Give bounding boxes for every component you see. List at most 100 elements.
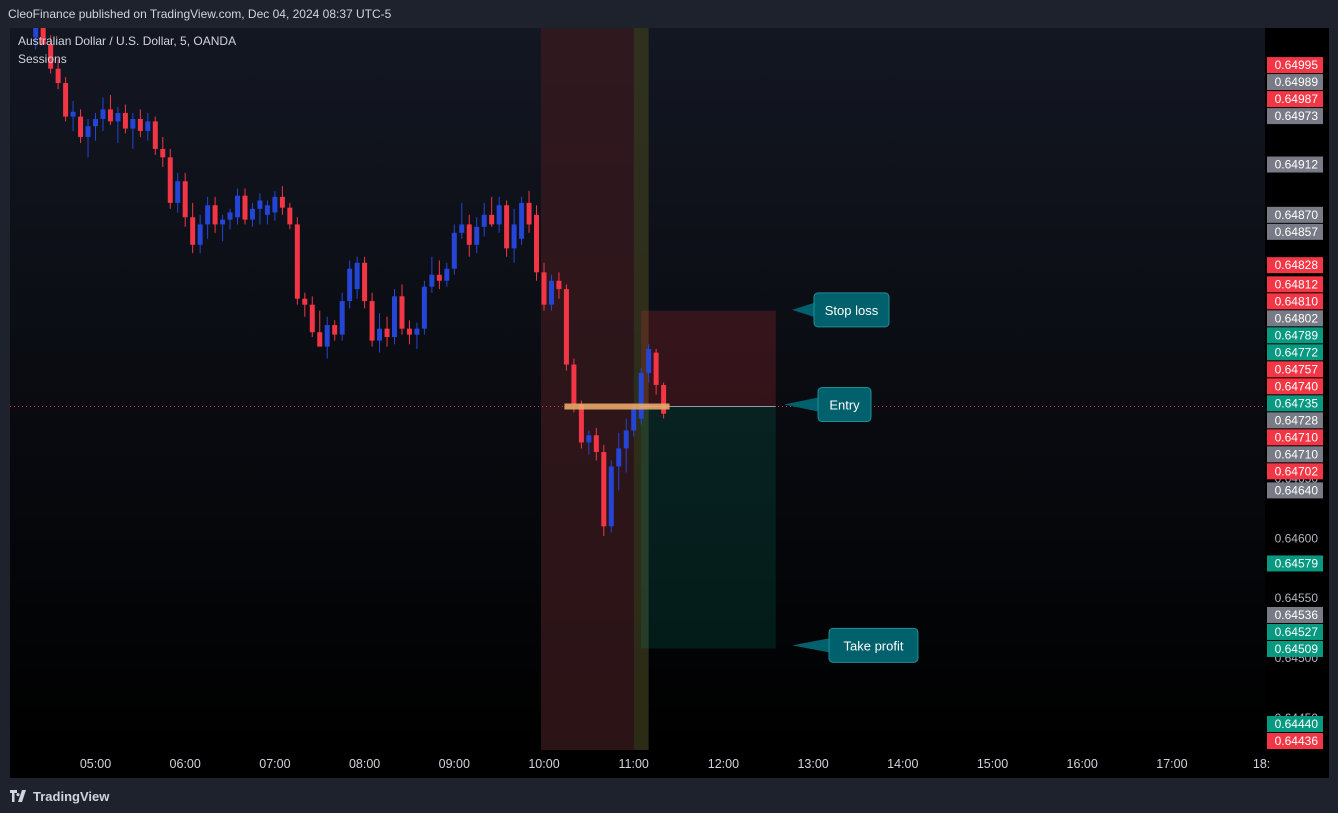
brand-name: TradingView (33, 788, 110, 804)
candle-body (242, 195, 248, 220)
price-label-text: 0.64735 (1275, 396, 1319, 410)
price-label-text: 0.64802 (1275, 311, 1319, 325)
price-label-text: 0.64973 (1275, 109, 1319, 123)
candle-body (504, 205, 510, 249)
candle-body (436, 274, 442, 281)
candle-body (190, 217, 196, 245)
candle-body (489, 214, 495, 225)
take-profit-zone (641, 406, 776, 649)
candle-body (534, 214, 540, 273)
candle-body (220, 219, 226, 225)
candle-body (646, 349, 652, 373)
price-label-text: 0.64509 (1275, 642, 1319, 656)
price-label-text: 0.64912 (1275, 158, 1319, 172)
x-tick-label: 18: (1253, 757, 1270, 771)
x-tick-label: 05:00 (80, 757, 111, 771)
callout-label: Take profit (844, 638, 904, 653)
x-tick-label: 07:00 (259, 757, 290, 771)
candle-body (93, 119, 98, 127)
x-tick-label: 10:00 (528, 757, 559, 771)
candle-body (145, 121, 151, 131)
candle-body (55, 68, 61, 84)
candle-body (294, 224, 300, 299)
candle-body (623, 430, 629, 449)
legend-indicator: Sessions (18, 52, 67, 66)
price-label-text: 0.64579 (1275, 556, 1319, 570)
candle-body (481, 214, 487, 227)
candle-body (63, 83, 69, 117)
x-tick-label: 06:00 (170, 757, 201, 771)
price-label-text: 0.64536 (1275, 608, 1319, 622)
candle-body (235, 195, 241, 218)
entry-marker (564, 403, 670, 410)
candle-body (130, 119, 136, 129)
candle-body (406, 328, 412, 335)
candle-body (317, 332, 323, 347)
price-label-text: 0.64440 (1275, 717, 1319, 731)
callout-label: Stop loss (825, 303, 879, 318)
candle-body (264, 205, 270, 215)
candle-body (593, 435, 599, 453)
candle-body (586, 435, 592, 443)
candle-body (85, 126, 91, 137)
candle-body (205, 205, 211, 225)
candle-body (638, 372, 644, 419)
x-tick-label: 17:00 (1156, 757, 1187, 771)
legend-symbol: Australian Dollar / U.S. Dollar, 5, OAND… (18, 34, 236, 48)
price-label-text: 0.64995 (1275, 58, 1319, 72)
candle-body (377, 328, 383, 341)
candle-body (548, 280, 554, 305)
candle-body (601, 452, 607, 527)
candle-body (519, 202, 525, 239)
candle-body (653, 352, 659, 385)
candle-body (496, 205, 502, 225)
x-tick-label: 16:00 (1067, 757, 1098, 771)
candle-body (78, 116, 84, 137)
price-label-text: 0.64989 (1275, 75, 1319, 89)
session-band (541, 28, 634, 750)
candle-body (616, 448, 622, 467)
candlestick-chart[interactable]: Stop loss Entry Take profit 05:00 06:00 07:0… (0, 0, 1338, 813)
candle-body (175, 181, 181, 203)
candle-body (339, 301, 345, 335)
candle-body (511, 224, 517, 249)
candle-body (249, 208, 255, 220)
x-tick-label: 11:00 (619, 757, 649, 771)
candle-body (421, 286, 427, 329)
candle-body (399, 296, 405, 329)
price-label-text: 0.64987 (1275, 92, 1319, 106)
candle-body (212, 205, 218, 225)
candle-body (257, 200, 263, 209)
candle-body (556, 280, 562, 290)
candle-body (347, 268, 353, 302)
candle-body (571, 364, 577, 405)
candle-body (541, 272, 547, 305)
candle-body (152, 121, 158, 149)
price-label-text: 0.64740 (1275, 379, 1319, 393)
price-label-text: 0.64812 (1275, 277, 1319, 291)
candle-body (369, 301, 375, 341)
candle-body (324, 325, 330, 347)
candle-body (137, 119, 143, 131)
price-label-text: 0.64702 (1275, 464, 1319, 478)
candle-body (608, 466, 614, 527)
candle-body (279, 196, 285, 208)
candle-body (362, 262, 368, 302)
callout-label: Entry (829, 398, 860, 413)
candle-body (526, 202, 532, 225)
candle-body (302, 298, 308, 305)
footer-bar: TradingView (0, 780, 1338, 813)
price-label-text: 0.64436 (1275, 734, 1319, 748)
candle-body (466, 224, 472, 245)
price-label-text: 0.64710 (1275, 447, 1319, 461)
candle-body (70, 111, 76, 117)
candle-body (160, 148, 166, 158)
candle-body (429, 274, 435, 287)
candle-body (451, 232, 457, 269)
price-label-text: 0.64527 (1275, 625, 1319, 639)
price-label-text: 0.64870 (1275, 208, 1319, 222)
publisher-text: CleoFinance published on TradingView.com… (8, 7, 392, 21)
candle-body (115, 113, 121, 122)
candle-body (107, 109, 113, 122)
tradingview-logo[interactable]: TradingView (10, 788, 110, 804)
